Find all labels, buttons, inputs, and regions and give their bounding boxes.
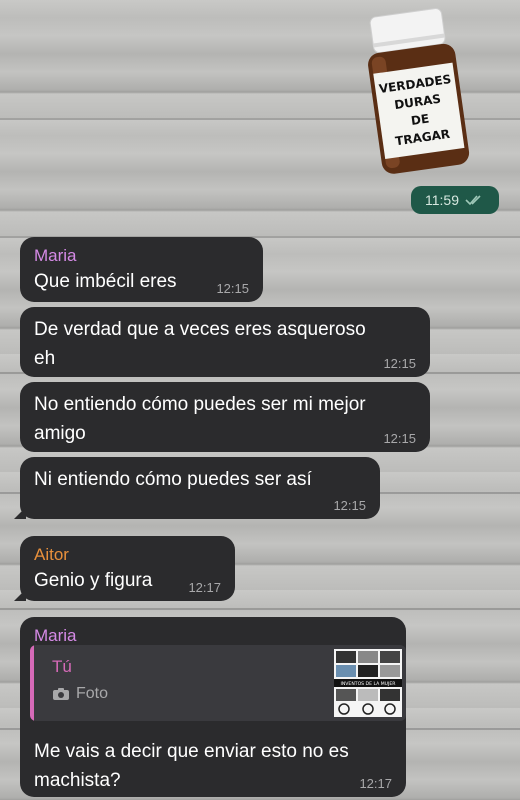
message-bubble[interactable]: Maria Que imbécil eres 12:15 [20,237,263,302]
message-bubble[interactable]: Maria Tú Foto INVENTOS DE LA MUJER Me va… [20,617,406,797]
message-bubble[interactable]: Aitor Genio y figura 12:17 [14,536,235,601]
message-text-line1: De verdad que a veces eres asqueroso [34,319,366,340]
sender-name: Maria [34,246,77,265]
message-text-line2: machista? [34,770,121,791]
thumbnail-caption: INVENTOS DE LA MUJER [340,681,396,687]
bubble-tail [14,589,26,601]
photo-thumbnail-image: INVENTOS DE LA MUJER [334,649,402,717]
reply-author: Tú [52,657,72,676]
reply-thumbnail[interactable]: INVENTOS DE LA MUJER [334,649,402,717]
reply-media-type: Foto [76,685,109,702]
sticker-pill-bottle[interactable]: VERDADES DURAS DE TRAGAR [351,1,481,179]
message-time: 12:15 [383,356,416,371]
sender-name: Maria [34,626,77,645]
message-time: 12:15 [333,498,366,513]
outgoing-timestamp: 11:59 [411,186,499,214]
message-text-line1: No entiendo cómo puedes ser mi mejor [34,394,366,415]
pill-bottle-icon: VERDADES DURAS DE TRAGAR [368,8,470,174]
message-bubble[interactable]: No entiendo cómo puedes ser mi mejor ami… [20,382,430,452]
message-text-line1: Me vais a decir que enviar esto no es [34,741,349,762]
reply-accent-bar [30,645,34,721]
message-time: 12:15 [216,281,249,296]
message-time: 12:17 [359,776,392,791]
message-time: 12:15 [383,431,416,446]
message-text: Ni entiendo cómo puedes ser así [34,469,312,490]
outgoing-time: 11:59 [425,192,459,208]
message-bubble[interactable]: De verdad que a veces eres asqueroso eh … [20,307,430,377]
message-text-line2: amigo [34,423,86,444]
message-bubble[interactable]: Ni entiendo cómo puedes ser así 12:15 [14,457,380,519]
sender-name: Aitor [34,545,69,564]
reply-media-label: Foto [52,685,108,703]
double-check-icon [465,195,481,206]
message-time: 12:17 [188,580,221,595]
message-text-line2: eh [34,348,56,369]
bubble-tail [14,507,26,519]
sticker-line-3: DE [410,112,430,128]
camera-icon [53,688,69,700]
quoted-reply[interactable]: Tú Foto INVENTOS DE LA MUJER [30,645,406,721]
